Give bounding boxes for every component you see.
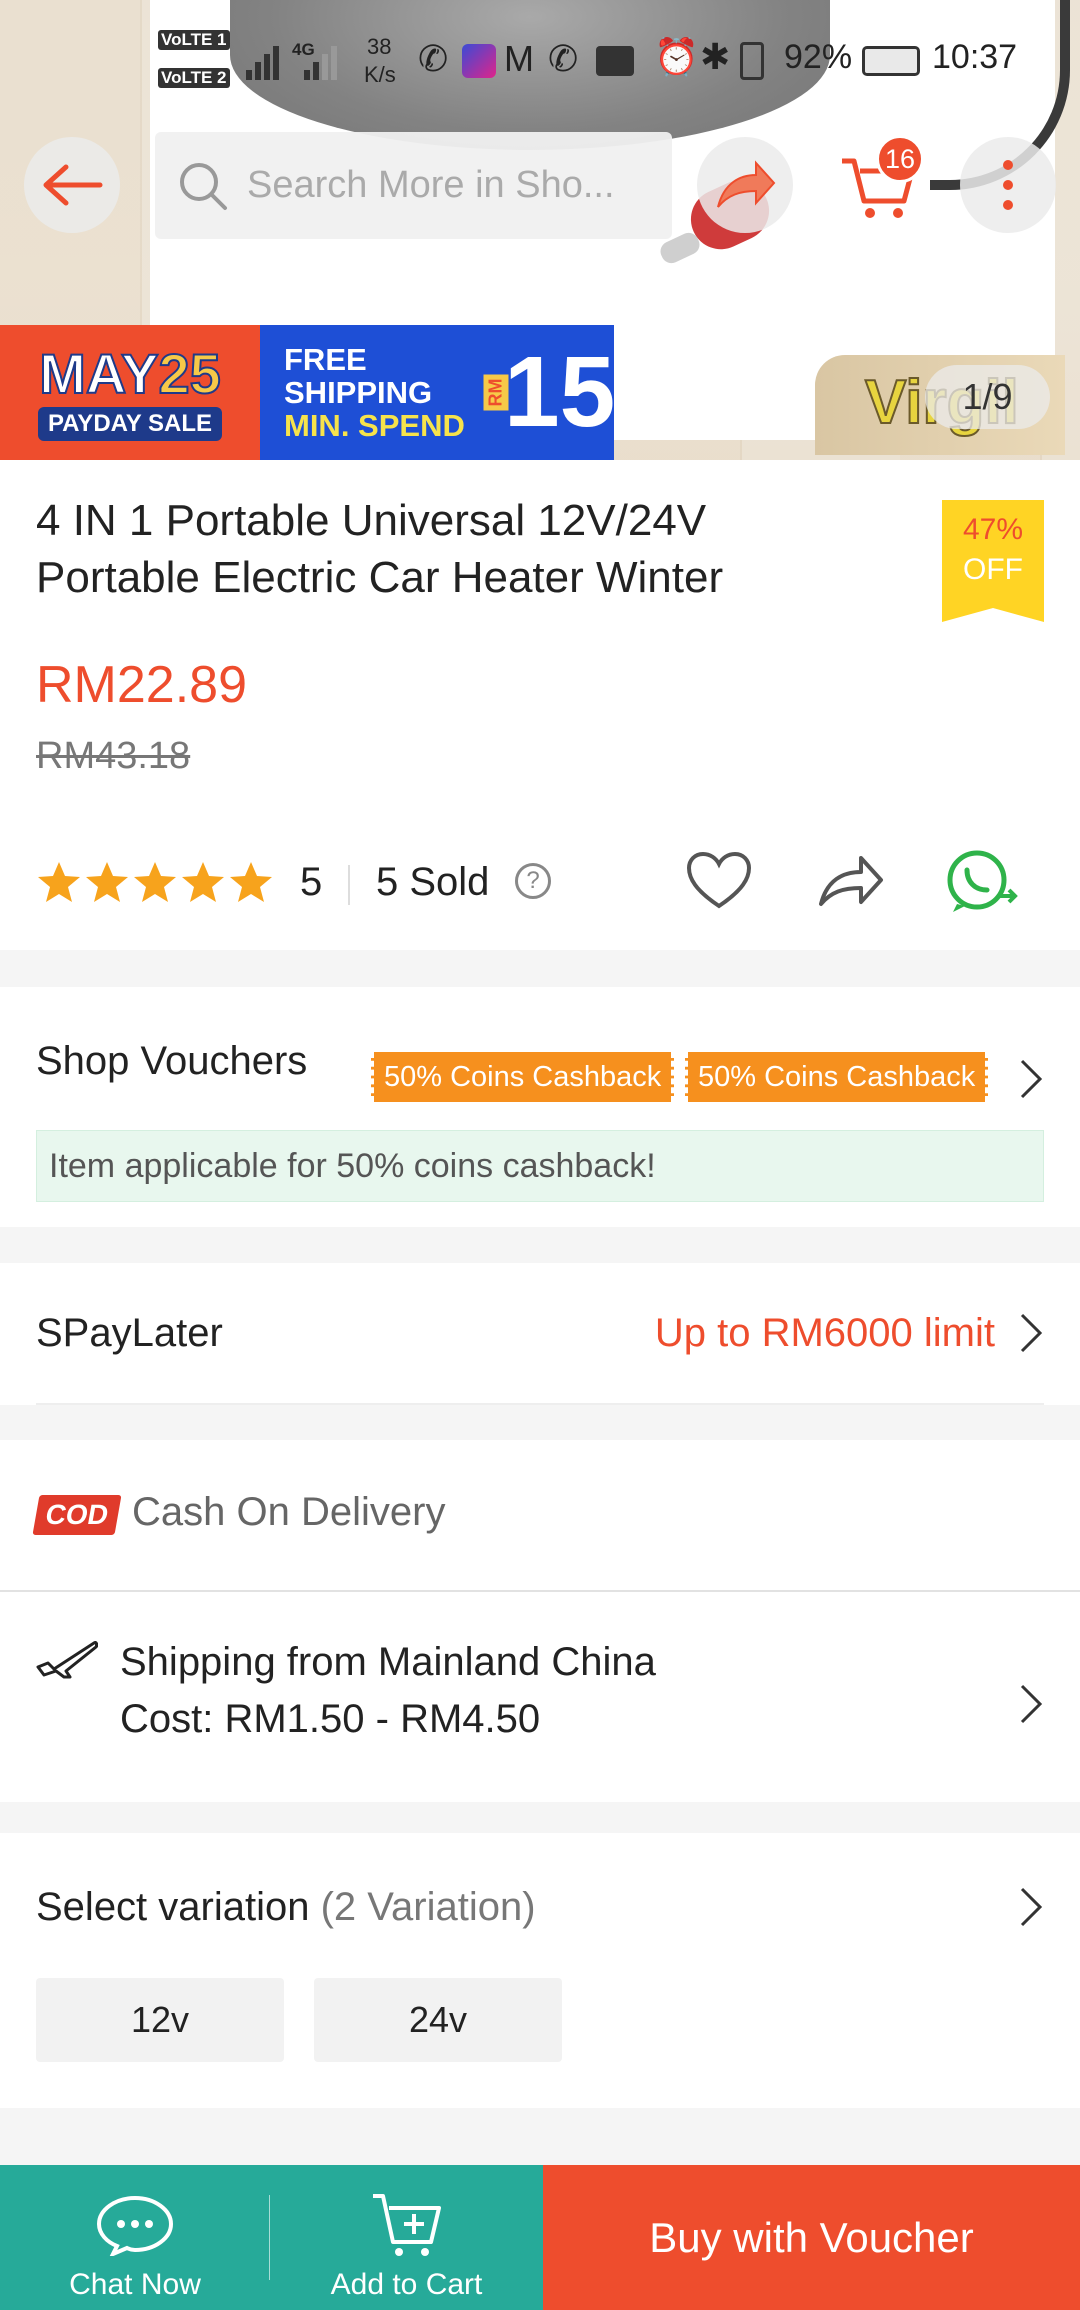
star-icon [38, 862, 80, 902]
shipping-row[interactable]: Shipping from Mainland China Cost: RM1.5… [0, 1592, 1080, 1802]
sold-info-icon[interactable]: ? [515, 863, 551, 899]
search-input[interactable]: Search More in Sho... [155, 132, 672, 239]
whatsapp-notification-icon-2: ✆ [548, 38, 579, 79]
battery-icon [862, 46, 920, 76]
chevron-right-icon [1020, 1684, 1043, 1724]
speed-unit: K/s [364, 62, 396, 87]
alarm-icon: ⏰ [654, 36, 699, 77]
gmail-notification-icon: M [504, 38, 534, 79]
chat-bubble-icon [96, 2195, 174, 2256]
volte2-indicator: VoLTE 2 [158, 68, 230, 88]
share-product-icon[interactable] [815, 852, 887, 910]
lazada-notification-icon [462, 44, 496, 78]
cod-label: Cash On Delivery [132, 1490, 446, 1534]
original-price: RM43.18 [36, 735, 191, 777]
variation-section: Select variation (2 Variation) [0, 1833, 1080, 2108]
outlook-notification-icon [596, 46, 634, 76]
shop-vouchers-label: Shop Vouchers [36, 1039, 308, 1083]
back-button[interactable] [24, 137, 120, 233]
network-type: 4G [292, 40, 315, 59]
speed-value: 38 [367, 34, 392, 59]
promo-line-shipping: SHIPPING [284, 375, 433, 410]
variation-count: (2 Variation) [320, 1885, 536, 1929]
add-to-cart-label: Add to Cart [330, 2268, 483, 2301]
cod-row: COD Cash On Delivery [0, 1440, 1080, 1592]
more-options-button[interactable] [960, 137, 1056, 233]
share-button[interactable] [697, 137, 793, 233]
airplane-icon [36, 1641, 98, 1679]
rating-stars [36, 860, 274, 904]
promo-25-text: 25 [157, 341, 221, 405]
discount-label: OFF [963, 553, 1023, 586]
top-nav: Search More in Sho... 16 [0, 115, 1080, 265]
star-icon [230, 862, 272, 902]
bottom-action-bar: Chat Now Add to Cart Buy with Voucher [0, 2165, 1080, 2310]
chat-now-button[interactable]: Chat Now [0, 2165, 270, 2310]
variation-option-12v[interactable]: 12v [36, 1978, 284, 2062]
add-to-cart-button[interactable]: Add to Cart [270, 2165, 543, 2310]
shipping-cost: Cost: RM1.50 - RM4.50 [120, 1697, 541, 1741]
free-shipping-banner: FREE SHIPPING MIN. SPEND RM 15 [260, 325, 616, 460]
cart-count-badge: 16 [876, 135, 924, 183]
promo-payday-text: PAYDAY SALE [37, 406, 223, 441]
chevron-right-icon[interactable] [1016, 1885, 1044, 1929]
spaylater-row[interactable]: SPayLater Up to RM6000 limit [0, 1263, 1080, 1405]
shop-vouchers-section[interactable]: Shop Vouchers 50% Coins Cashback 50% Coi… [0, 987, 1080, 1227]
may-payday-sale-logo: MAY25 PAYDAY SALE [0, 325, 260, 460]
cashback-notice: Item applicable for 50% coins cashback! [36, 1130, 1044, 1202]
voucher-tag[interactable]: 50% Coins Cashback [371, 1052, 675, 1102]
variation-row[interactable]: Select variation (2 Variation) [36, 1885, 536, 1930]
spaylater-limit: Up to RM6000 limit [654, 1311, 995, 1355]
share-icon [717, 160, 776, 208]
battery-percent: 92% [784, 38, 853, 76]
star-icon [86, 862, 128, 902]
chat-now-label: Chat Now [69, 2268, 201, 2301]
promo-amount: 15 [504, 336, 616, 448]
favorite-heart-icon[interactable] [685, 850, 753, 912]
discount-badge: 47% OFF [942, 500, 1044, 622]
current-price: RM22.89 [36, 656, 247, 714]
cod-logo: COD [32, 1495, 122, 1535]
promo-line-min-spend: MIN. SPEND [284, 408, 465, 443]
promo-may-text: MAY [38, 341, 159, 405]
voucher-tag[interactable]: 50% Coins Cashback [685, 1052, 989, 1102]
promo-banner: MAY25 PAYDAY SALE FREE SHIPPING MIN. SPE… [0, 325, 616, 460]
promo-line-free: FREE [284, 342, 367, 377]
spaylater-label: SPayLater [36, 1311, 223, 1355]
volte1-indicator: VoLTE 1 [158, 30, 230, 50]
search-placeholder: Search More in Sho... [247, 164, 615, 206]
sold-count: 5 Sold [376, 860, 490, 904]
whatsapp-notification-icon: ✆ [418, 38, 449, 79]
row-divider [36, 1403, 1044, 1405]
bluetooth-icon: ✱ [700, 36, 731, 77]
variation-option-24v[interactable]: 24v [314, 1978, 562, 2062]
star-icon [182, 862, 224, 902]
variation-label: Select variation [36, 1885, 310, 1929]
whatsapp-share-icon[interactable] [945, 848, 1021, 914]
back-arrow-icon [43, 164, 103, 206]
chevron-right-icon [1020, 1313, 1043, 1353]
search-icon [180, 162, 227, 210]
add-to-cart-icon [372, 2194, 441, 2256]
shipping-origin: Shipping from Mainland China [120, 1640, 656, 1684]
rating-value: 5 [300, 860, 323, 904]
more-vertical-icon [1003, 160, 1013, 210]
star-icon [134, 862, 176, 902]
rating-divider [348, 865, 350, 905]
vibrate-icon [740, 42, 764, 80]
status-bar: VoLTE 1 VoLTE 2 4G 38 K/s ✆ M ✆ ⏰ ✱ 92% … [0, 20, 1080, 105]
buy-with-voucher-button[interactable]: Buy with Voucher [543, 2165, 1080, 2310]
discount-percent: 47% [962, 513, 1024, 546]
product-info-section: 4 IN 1 Portable Universal 12V/24V Portab… [0, 460, 1080, 950]
image-counter: 1/9 [925, 365, 1050, 429]
chevron-right-icon [1020, 1059, 1043, 1099]
clock: 10:37 [932, 38, 1018, 76]
product-title: 4 IN 1 Portable Universal 12V/24V Portab… [36, 496, 724, 602]
